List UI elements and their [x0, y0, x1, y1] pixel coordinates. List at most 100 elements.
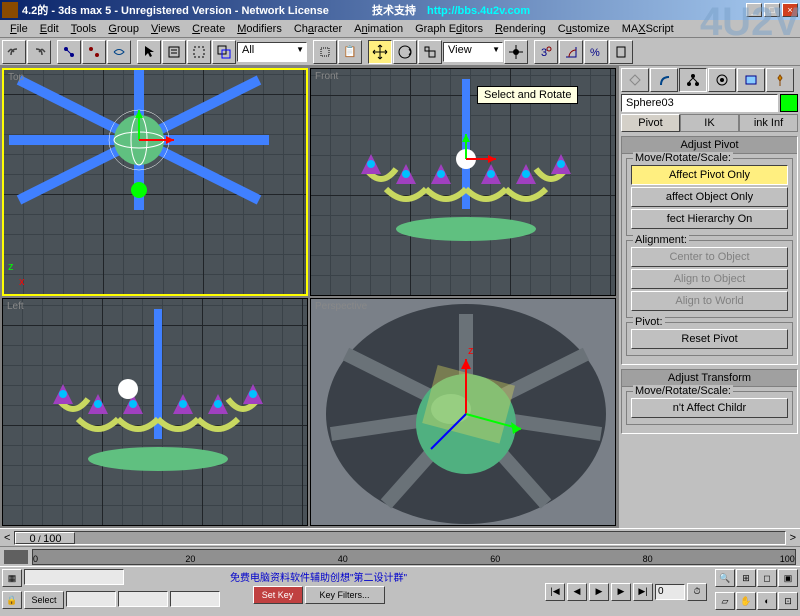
time-config-button[interactable]: ⏱ — [687, 583, 707, 601]
zoom-extents-all-button[interactable]: ▣ — [778, 569, 798, 587]
track-toggle-icon[interactable] — [4, 550, 28, 564]
viewports-container: Top x — [0, 66, 618, 528]
menu-animation[interactable]: Animation — [348, 21, 409, 37]
create-tab[interactable] — [621, 68, 649, 92]
link-button[interactable] — [57, 40, 81, 64]
track-icon[interactable]: ▦ — [2, 569, 22, 587]
redo-button[interactable] — [27, 40, 51, 64]
pivot-tab[interactable]: Pivot — [621, 114, 680, 132]
titlebar: 4.2的 - 3ds max 5 - Unregistered Version … — [0, 0, 800, 20]
goto-end-button[interactable]: ▶| — [633, 583, 653, 601]
minimize-button[interactable]: _ — [746, 3, 762, 17]
svg-text:%: % — [590, 47, 600, 59]
selection-lock-button[interactable] — [313, 40, 337, 64]
align-to-object-button[interactable]: Align to Object — [631, 269, 788, 289]
menu-rendering[interactable]: Rendering — [489, 21, 552, 37]
menu-edit[interactable]: Edit — [34, 21, 65, 37]
window-crossing-button[interactable] — [212, 40, 236, 64]
svg-text:z: z — [8, 261, 14, 273]
menu-character[interactable]: Character — [288, 21, 348, 37]
zoom-all-button[interactable]: ⊞ — [736, 569, 756, 587]
prompt-input[interactable] — [24, 569, 124, 585]
pivot-center-button[interactable] — [504, 40, 528, 64]
viewport-top[interactable]: Top x — [2, 68, 308, 296]
display-tab[interactable] — [737, 68, 765, 92]
selection-filter-dropdown[interactable]: All — [237, 42, 307, 62]
object-name-input[interactable] — [621, 94, 778, 112]
select-prompt: Select — [24, 591, 64, 609]
fov-button[interactable]: ▱ — [715, 592, 735, 610]
zoom-extents-button[interactable]: ◻ — [757, 569, 777, 587]
close-button[interactable]: × — [782, 3, 798, 17]
dont-affect-children-button[interactable]: n't Affect Childr — [631, 398, 788, 418]
menu-customize[interactable]: Customize — [552, 21, 616, 37]
menu-graph[interactable]: Graph Editors — [409, 21, 489, 37]
command-panel: Pivot IK ink Inf Adjust Pivot Move/Rotat… — [618, 66, 800, 528]
min-max-toggle-button[interactable]: ⊡ — [778, 592, 798, 610]
key-filters-button[interactable]: Key Filters... — [305, 586, 385, 604]
bind-spacewarp-button[interactable] — [107, 40, 131, 64]
link-info-tab[interactable]: ink Inf — [739, 114, 798, 132]
menu-file[interactable]: File — [4, 21, 34, 37]
align-to-world-button[interactable]: Align to World — [631, 291, 788, 311]
menu-group[interactable]: Group — [102, 21, 145, 37]
svg-text:x: x — [19, 276, 25, 288]
time-slider[interactable]: < 0 / 100 > — [0, 528, 800, 546]
svg-text:3: 3 — [541, 47, 547, 59]
chandelier-persp-view: z — [311, 299, 615, 525]
snap-toggle-button[interactable]: 3 — [534, 40, 558, 64]
move-button[interactable] — [368, 40, 392, 64]
rotate-button[interactable] — [393, 40, 417, 64]
y-coord[interactable] — [118, 591, 168, 607]
affect-pivot-button[interactable]: Affect Pivot Only — [631, 165, 788, 185]
modify-tab[interactable] — [650, 68, 678, 92]
goto-start-button[interactable]: |◀ — [545, 583, 565, 601]
menu-views[interactable]: Views — [145, 21, 186, 37]
utilities-tab[interactable] — [766, 68, 794, 92]
lock-icon[interactable]: 🔒 — [2, 591, 22, 609]
maximize-button[interactable]: □ — [764, 3, 780, 17]
set-key-button[interactable]: Set Key — [253, 586, 303, 604]
affect-hierarchy-button[interactable]: fect Hierarchy On — [631, 209, 788, 229]
motion-tab[interactable] — [708, 68, 736, 92]
tooltip: Select and Rotate — [477, 86, 578, 104]
scale-button[interactable] — [418, 40, 442, 64]
named-selection-button[interactable]: 📋 — [338, 40, 362, 64]
next-frame-button[interactable]: ▶ — [611, 583, 631, 601]
chandelier-left-view — [3, 299, 307, 525]
zoom-button[interactable]: 🔍 — [715, 569, 735, 587]
menu-maxscript[interactable]: MAXScript — [616, 21, 680, 37]
select-button[interactable] — [137, 40, 161, 64]
affect-object-button[interactable]: affect Object Only — [631, 187, 788, 207]
select-region-button[interactable] — [187, 40, 211, 64]
menubar: File Edit Tools Group Views Create Modif… — [0, 20, 800, 38]
viewport-perspective[interactable]: Perspective z — [310, 298, 616, 526]
frame-input[interactable] — [655, 584, 685, 600]
reset-pivot-button[interactable]: Reset Pivot — [631, 329, 788, 349]
center-to-object-button[interactable]: Center to Object — [631, 247, 788, 267]
z-coord[interactable] — [170, 591, 220, 607]
hierarchy-tab[interactable] — [679, 68, 707, 92]
bottom-bar: < 0 / 100 > 0 20 40 60 80 100 ▦ 🔒 Select… — [0, 528, 800, 616]
menu-tools[interactable]: Tools — [65, 21, 103, 37]
undo-button[interactable] — [2, 40, 26, 64]
prev-frame-button[interactable]: ◀ — [567, 583, 587, 601]
menu-modifiers[interactable]: Modifiers — [231, 21, 288, 37]
select-by-name-button[interactable] — [162, 40, 186, 64]
unlink-button[interactable] — [82, 40, 106, 64]
percent-snap-button[interactable]: % — [584, 40, 608, 64]
viewport-left[interactable]: Left — [2, 298, 308, 526]
pan-button[interactable]: ✋ — [736, 592, 756, 610]
ik-tab[interactable]: IK — [680, 114, 739, 132]
app-icon — [2, 2, 18, 18]
footer-text: 免费电脑资料软件辅助创想"第二设计群" — [230, 569, 407, 584]
object-color-swatch[interactable] — [780, 94, 798, 112]
x-coord[interactable] — [66, 591, 116, 607]
play-button[interactable]: ▶ — [589, 583, 609, 601]
spinner-snap-button[interactable] — [609, 40, 633, 64]
reference-coord-dropdown[interactable]: View — [443, 42, 503, 62]
arc-rotate-button[interactable]: ◐ — [757, 592, 777, 610]
menu-create[interactable]: Create — [186, 21, 231, 37]
timeline-ruler[interactable]: 0 20 40 60 80 100 — [32, 549, 796, 565]
angle-snap-button[interactable] — [559, 40, 583, 64]
